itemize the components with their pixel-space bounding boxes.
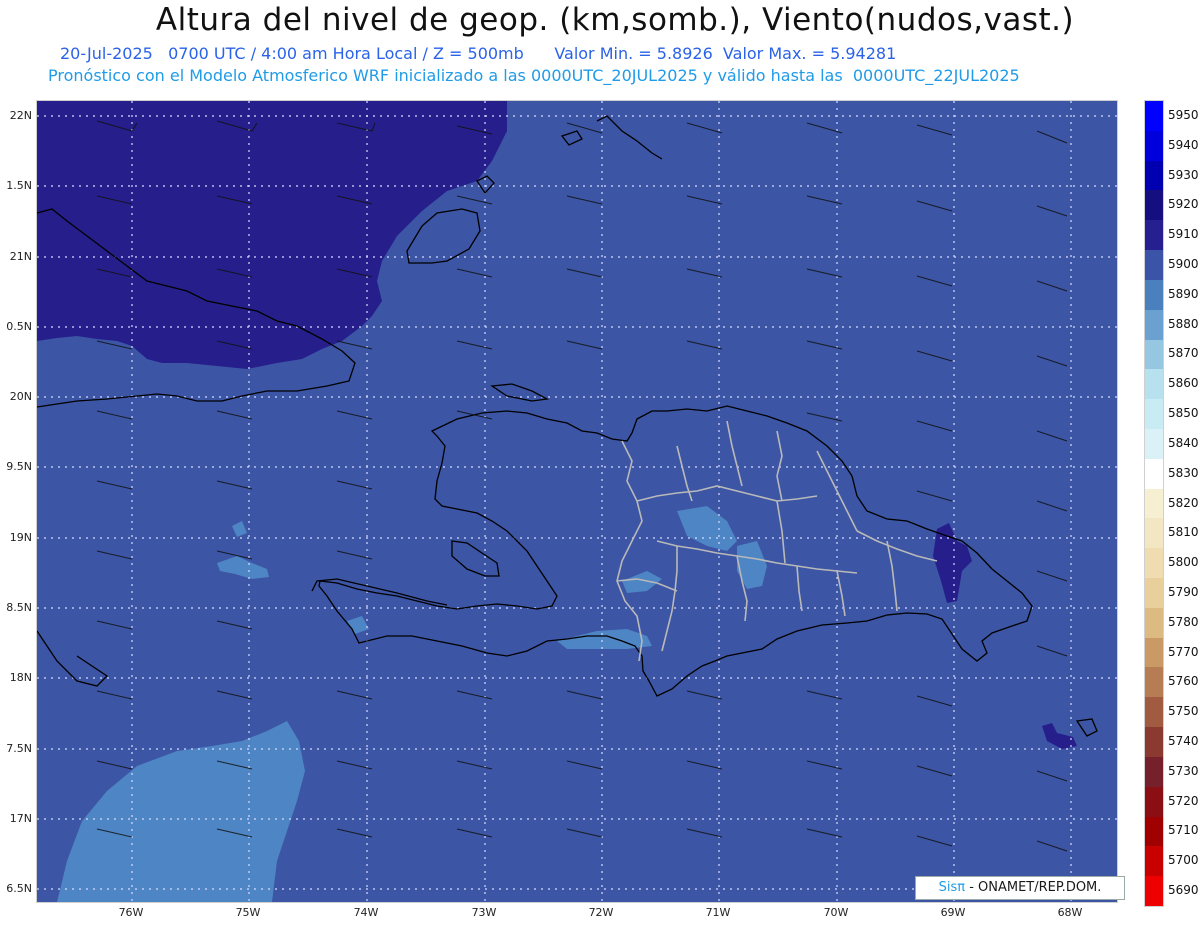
lat-label: 1.5N [6,179,32,192]
color-scale-swatch [1145,518,1163,549]
model-info-line: Pronóstico con el Modelo Atmosferico WRF… [48,66,1020,85]
color-scale-swatch [1145,578,1163,609]
color-scale-label: 5780 [1168,614,1199,629]
lon-label: 73W [471,906,497,919]
color-scale-swatch [1145,399,1163,430]
color-scale-label: 5750 [1168,704,1199,719]
color-scale-swatch [1145,250,1163,281]
color-scale-label: 5900 [1168,256,1199,271]
color-scale-label: 5740 [1168,734,1199,749]
lon-label: 74W [353,906,379,919]
color-scale-swatch [1145,369,1163,400]
color-scale-label: 5800 [1168,555,1199,570]
map-title: Altura del nivel de geop. (km,somb.), Vi… [155,2,1075,38]
forecast-time-line: 20-Jul-2025 0700 UTC / 4:00 am Hora Loca… [60,44,897,63]
color-scale-label: 5860 [1168,376,1199,391]
credit-text: - ONAMET/REP.DOM. [965,880,1102,895]
color-scale-label: 5930 [1168,167,1199,182]
color-scale-label: 5890 [1168,286,1199,301]
color-scale-swatch [1145,309,1163,341]
credit-logo-text: Sisπ [938,880,966,895]
color-scale-label: 5700 [1168,853,1199,868]
lat-label: 17N [9,812,32,825]
color-scale-swatch [1145,220,1163,251]
lat-label: 6.5N [6,882,32,895]
color-scale-label: 5850 [1168,406,1199,421]
color-scale-swatch [1145,279,1163,311]
color-scale-swatch [1145,339,1163,370]
credit-badge: Sisπ - ONAMET/REP.DOM. [915,876,1125,900]
color-scale-label: 5940 [1168,137,1199,152]
lon-label: 69W [940,906,966,919]
color-scale-swatch [1145,727,1163,758]
lat-label: 20N [9,390,32,403]
color-scale-swatch [1145,607,1163,639]
lon-label: 70W [823,906,849,919]
color-scale-label: 5910 [1168,227,1199,242]
lon-label: 68W [1057,906,1083,919]
color-scale-label: 5760 [1168,674,1199,689]
lat-label: 18N [9,671,32,684]
lon-label: 71W [705,906,731,919]
color-scale-swatch [1145,756,1163,788]
color-scale-swatch [1145,667,1163,698]
color-scale-swatch [1145,637,1163,668]
color-scale-bar [1144,100,1164,907]
lon-label: 75W [235,906,261,919]
color-scale-swatch [1145,428,1163,460]
color-scale-label: 5830 [1168,465,1199,480]
color-scale-label: 5870 [1168,346,1199,361]
color-scale-label: 5720 [1168,793,1199,808]
lat-label: 9.5N [6,460,32,473]
color-scale-swatch [1145,816,1163,847]
lat-label: 0.5N [6,320,32,333]
color-scale-label: 5710 [1168,823,1199,838]
color-scale-label: 5820 [1168,495,1199,510]
color-scale-swatch [1145,876,1163,907]
geopotential-map [37,101,1117,902]
color-scale-label: 5810 [1168,525,1199,540]
color-scale-label: 5880 [1168,316,1199,331]
color-scale-swatch [1145,130,1163,162]
color-scale-swatch [1145,786,1163,818]
color-scale-swatch [1145,101,1163,132]
color-scale-label: 5840 [1168,435,1199,450]
lon-label: 76W [118,906,144,919]
lat-label: 8.5N [6,601,32,614]
lon-label: 72W [588,906,614,919]
lat-label: 19N [9,531,32,544]
color-scale-label: 5790 [1168,584,1199,599]
color-scale-label: 5950 [1168,107,1199,122]
color-scale-label: 5690 [1168,883,1199,898]
lat-label: 7.5N [6,742,32,755]
color-scale-swatch [1145,488,1163,519]
color-scale-swatch [1145,160,1163,191]
color-scale-label: 5730 [1168,763,1199,778]
lat-label: 21N [9,250,32,263]
color-scale-label: 5920 [1168,197,1199,212]
lat-label: 22N [9,109,32,122]
map-panel [36,100,1118,903]
color-scale-swatch [1145,846,1163,877]
color-scale-swatch [1145,697,1163,728]
color-scale-label: 5770 [1168,644,1199,659]
color-scale-swatch [1145,458,1163,490]
color-scale-swatch [1145,190,1163,221]
color-scale-swatch [1145,548,1163,579]
